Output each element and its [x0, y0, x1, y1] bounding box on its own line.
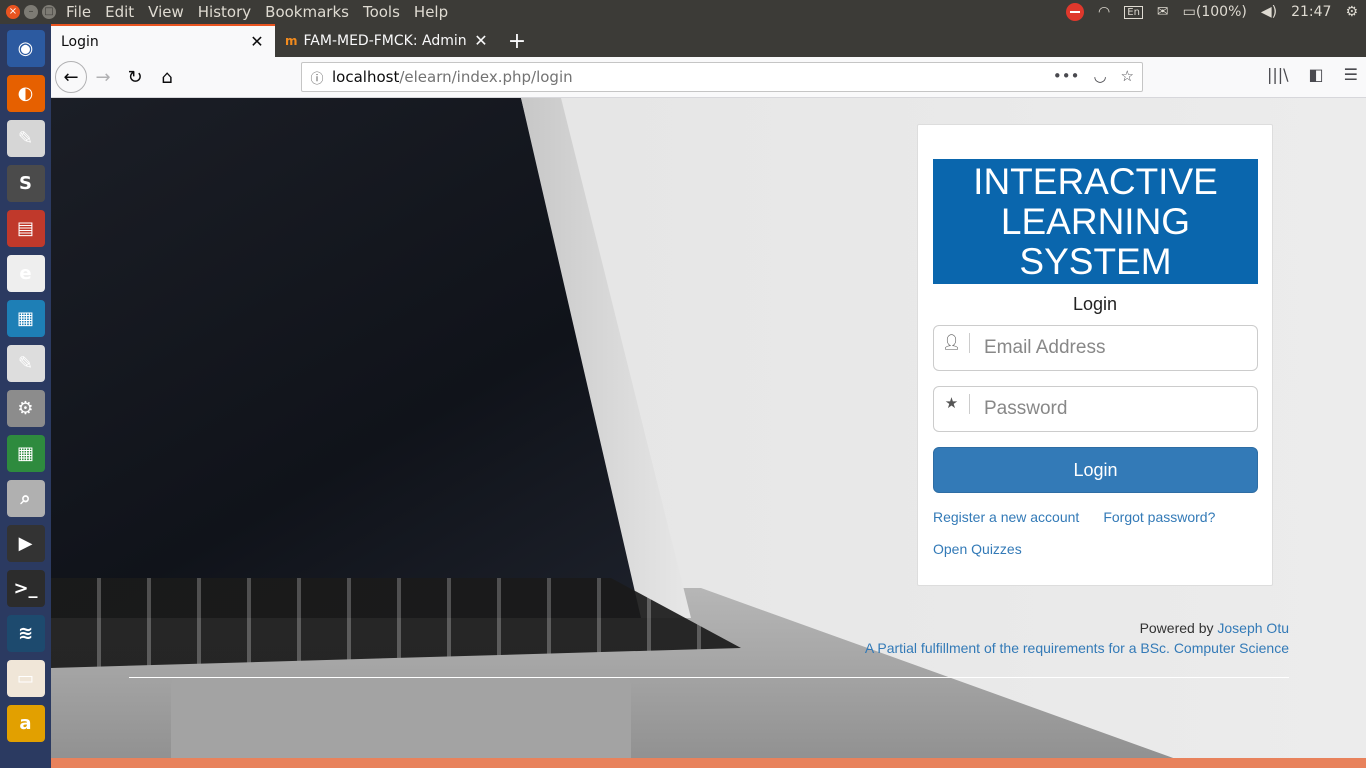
terminal-icon[interactable]: >_	[6, 570, 45, 607]
battery-percent: (100%)	[1195, 4, 1247, 20]
new-tab-button[interactable]: +	[499, 27, 535, 57]
menu-help[interactable]: Help	[414, 3, 448, 21]
tab-label: Login	[61, 33, 99, 50]
register-link[interactable]: Register a new account	[933, 509, 1079, 525]
menu-view[interactable]: View	[148, 3, 184, 21]
email-field[interactable]: 👤︎	[933, 325, 1258, 371]
login-panel: INTERACTIVE LEARNING SYSTEM Login 👤︎ ★ L…	[917, 124, 1273, 586]
powered-by-text: Powered by	[1139, 620, 1214, 636]
menu-edit[interactable]: Edit	[105, 3, 134, 21]
tab-close-icon[interactable]: ✕	[473, 31, 489, 50]
footer: Powered by Joseph Otu A Partial fulfillm…	[865, 618, 1289, 658]
reload-button[interactable]: ↻	[119, 61, 151, 93]
window-maximize-button[interactable]: □	[42, 5, 56, 19]
forward-button[interactable]: →	[87, 61, 119, 93]
user-icon: 👤︎	[934, 333, 970, 353]
navigation-toolbar: ← → ↻ ⌂ ⓘ localhost/elearn/index.php/log…	[51, 57, 1366, 98]
system-indicators: ◠ En ✉ ▭(100%) ◀) 21:47 ⚙	[1066, 0, 1358, 24]
home-button[interactable]: ⌂	[151, 61, 183, 93]
keyboard-layout-indicator[interactable]: En	[1124, 5, 1143, 19]
presentation-icon[interactable]: ▭	[6, 660, 45, 697]
brand-line: LEARNING	[1000, 201, 1191, 242]
fulfillment-note-link[interactable]: A Partial fulfillment of the requirement…	[865, 638, 1289, 658]
password-input[interactable]	[970, 389, 1257, 429]
hamburger-menu-icon[interactable]: ☰	[1344, 65, 1358, 84]
url-bar[interactable]: ⓘ localhost/elearn/index.php/login ••• ◡…	[301, 62, 1143, 92]
image-viewer-icon[interactable]: ⌕	[6, 480, 45, 517]
writer-icon[interactable]: ✎	[6, 345, 45, 382]
amazon-icon[interactable]: a	[6, 705, 45, 742]
video-editor-icon[interactable]: ▶	[6, 525, 45, 562]
top-panel: × – □ File Edit View History Bookmarks T…	[0, 0, 1366, 24]
mail-icon[interactable]: ✉	[1157, 4, 1169, 20]
unity-launcher: ◉ ◐ ✎ S ▤ e ▦ ✎ ⚙ ▦ ⌕ ▶ >_ ≋ ▭ a	[0, 24, 51, 768]
footer-divider	[129, 677, 1289, 678]
calc-icon[interactable]: ▦	[6, 435, 45, 472]
bottom-accent-bar	[51, 758, 1366, 768]
tab-strip: Login ✕ m FAM-MED-FMCK: Admin ✕ +	[51, 24, 1366, 57]
login-button[interactable]: Login	[933, 447, 1258, 493]
tab-close-icon[interactable]: ✕	[249, 32, 265, 51]
app-e-icon[interactable]: e	[6, 255, 45, 292]
email-input[interactable]	[970, 328, 1257, 368]
impress-icon[interactable]: ▦	[6, 300, 45, 337]
moodle-favicon-icon: m	[285, 33, 298, 48]
wifi-icon[interactable]: ◠	[1098, 4, 1110, 20]
library-icon[interactable]: |||\	[1267, 65, 1289, 84]
menu-history[interactable]: History	[198, 3, 251, 21]
settings-icon[interactable]: ⚙	[6, 390, 45, 427]
back-button[interactable]: ←	[55, 61, 87, 93]
url-path: /elearn/index.php/login	[399, 68, 573, 86]
password-field[interactable]: ★	[933, 386, 1258, 432]
menu-bookmarks[interactable]: Bookmarks	[265, 3, 349, 21]
window-controls: × – □	[0, 5, 66, 19]
firefox-icon[interactable]: ◐	[6, 75, 45, 112]
open-quizzes-link[interactable]: Open Quizzes	[933, 541, 1022, 557]
sidebar-icon[interactable]: ◧	[1309, 65, 1324, 84]
clock[interactable]: 21:47	[1291, 4, 1331, 20]
bookmark-star-icon[interactable]: ☆	[1121, 67, 1134, 85]
author-link[interactable]: Joseph Otu	[1217, 620, 1289, 636]
background-touchpad	[171, 678, 631, 768]
files-icon[interactable]: ▤	[6, 210, 45, 247]
site-info-icon[interactable]: ⓘ	[302, 68, 332, 87]
url-host: localhost	[332, 68, 400, 86]
mysql-workbench-icon[interactable]: ≋	[6, 615, 45, 652]
menu-file[interactable]: File	[66, 3, 91, 21]
system-gear-icon[interactable]: ⚙	[1345, 4, 1358, 20]
window-minimize-button[interactable]: –	[24, 5, 38, 19]
login-title: Login	[1072, 294, 1118, 314]
battery-icon: ▭	[1182, 4, 1196, 20]
window-close-button[interactable]: ×	[6, 5, 20, 19]
pocket-icon[interactable]: ◡	[1093, 67, 1106, 85]
url-actions: ••• ◡ ☆	[1053, 67, 1134, 85]
ubuntu-dash-icon[interactable]: ◉	[6, 30, 45, 67]
page-content: INTERACTIVE LEARNING SYSTEM Login 👤︎ ★ L…	[51, 98, 1366, 768]
app-menu-bar: File Edit View History Bookmarks Tools H…	[66, 3, 448, 21]
brand-banner: INTERACTIVE LEARNING SYSTEM	[933, 159, 1258, 284]
powered-by-line: Powered by Joseph Otu	[865, 618, 1289, 638]
battery-indicator[interactable]: ▭(100%)	[1183, 4, 1247, 20]
quiz-links: Open Quizzes	[933, 541, 1257, 557]
sublime-text-icon[interactable]: S	[6, 165, 45, 202]
toolbar-right: |||\ ◧ ☰	[1267, 65, 1358, 84]
do-not-disturb-icon[interactable]	[1066, 3, 1085, 21]
menu-tools[interactable]: Tools	[363, 3, 400, 21]
tab-login[interactable]: Login ✕	[51, 24, 275, 57]
account-links: Register a new account Forgot password?	[933, 509, 1257, 525]
tab-fam-med-admin[interactable]: m FAM-MED-FMCK: Admin ✕	[275, 24, 499, 57]
text-editor-icon[interactable]: ✎	[6, 120, 45, 157]
page-actions-icon[interactable]: •••	[1053, 67, 1080, 85]
brand-line: INTERACTIVE	[973, 161, 1218, 202]
tab-label: FAM-MED-FMCK: Admin	[303, 32, 467, 49]
volume-icon[interactable]: ◀)	[1261, 4, 1277, 20]
brand-line: SYSTEM	[1019, 241, 1172, 282]
forgot-password-link[interactable]: Forgot password?	[1103, 509, 1215, 525]
star-icon: ★	[934, 394, 970, 414]
